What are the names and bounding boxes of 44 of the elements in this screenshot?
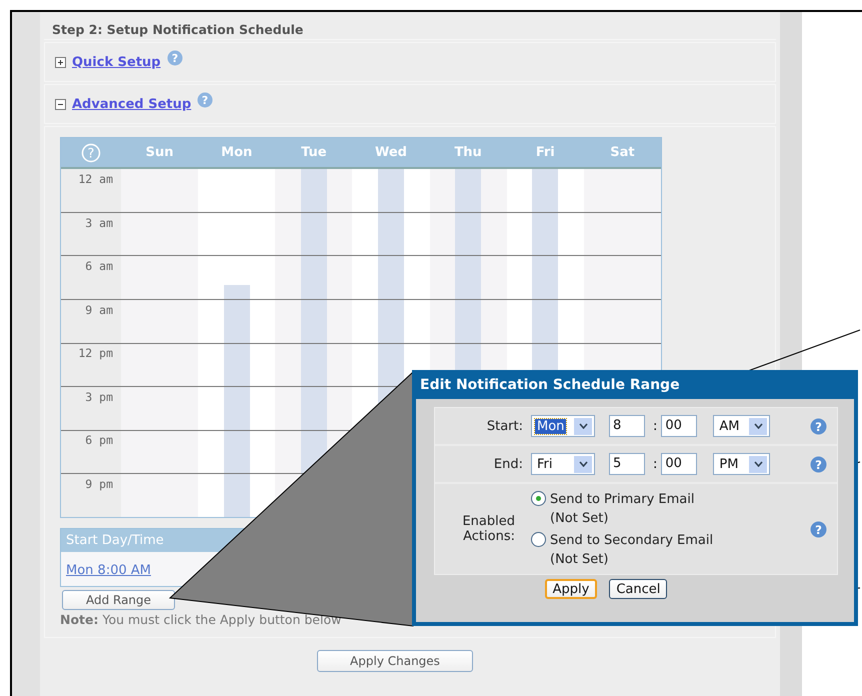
- range-link[interactable]: Mon 8:00 AM: [66, 563, 151, 578]
- time-label: 9 am: [85, 302, 113, 316]
- status-text: (Not Set): [550, 510, 610, 528]
- time-label: 3 pm: [85, 390, 113, 404]
- day-header: Thu: [453, 144, 483, 162]
- minute-field[interactable]: 00: [661, 415, 698, 437]
- field-label: Start:: [486, 418, 523, 434]
- section-title: Step 2: Setup Notification Schedule: [44, 12, 776, 40]
- field-label: End:: [492, 456, 523, 472]
- time-label: 3 am: [85, 216, 113, 230]
- day-dropdown[interactable]: Mon: [531, 415, 595, 437]
- radio-label: Send to Primary Email: [550, 490, 694, 508]
- minute-field[interactable]: 00: [661, 453, 698, 475]
- period-dropdown[interactable]: AM: [713, 415, 770, 437]
- day-header: Sat: [609, 144, 636, 162]
- dialog-button[interactable]: Cancel: [609, 579, 668, 599]
- time-label: 6 am: [85, 259, 113, 273]
- day-header: Wed: [374, 144, 408, 162]
- status-text: (Not Set): [550, 550, 610, 568]
- hour-field[interactable]: 8: [609, 415, 645, 437]
- expand-toggle-icon[interactable]: [55, 56, 66, 68]
- day-header: Fri: [534, 144, 556, 162]
- range-button[interactable]: Add Range: [62, 590, 175, 610]
- day-header: Tue: [300, 144, 328, 162]
- time-label: 12 am: [78, 172, 113, 186]
- radio-button[interactable]: [531, 490, 546, 506]
- note-text: Note: You must click the Apply button below: [60, 612, 342, 627]
- hour-field[interactable]: 5: [609, 453, 645, 475]
- setup-link[interactable]: Quick Setup: [72, 54, 161, 70]
- period-dropdown[interactable]: PM: [713, 453, 770, 475]
- apply-changes-button[interactable]: Apply Changes: [317, 650, 473, 672]
- dialog-title: Edit Notification Schedule Range: [416, 370, 854, 399]
- day-header: Sun: [144, 144, 174, 162]
- day-dropdown[interactable]: Fri: [531, 453, 595, 475]
- time-label: 12 pm: [78, 346, 113, 360]
- time-separator: :: [653, 456, 658, 472]
- setup-link[interactable]: Advanced Setup: [72, 96, 192, 112]
- time-label: 6 pm: [85, 433, 113, 447]
- expand-toggle-icon[interactable]: [55, 98, 66, 110]
- day-header: Mon: [220, 144, 254, 162]
- radio-button[interactable]: [531, 532, 546, 546]
- dialog-button[interactable]: Apply: [544, 579, 598, 599]
- time-separator: :: [653, 418, 658, 434]
- time-label: 9 pm: [85, 476, 113, 490]
